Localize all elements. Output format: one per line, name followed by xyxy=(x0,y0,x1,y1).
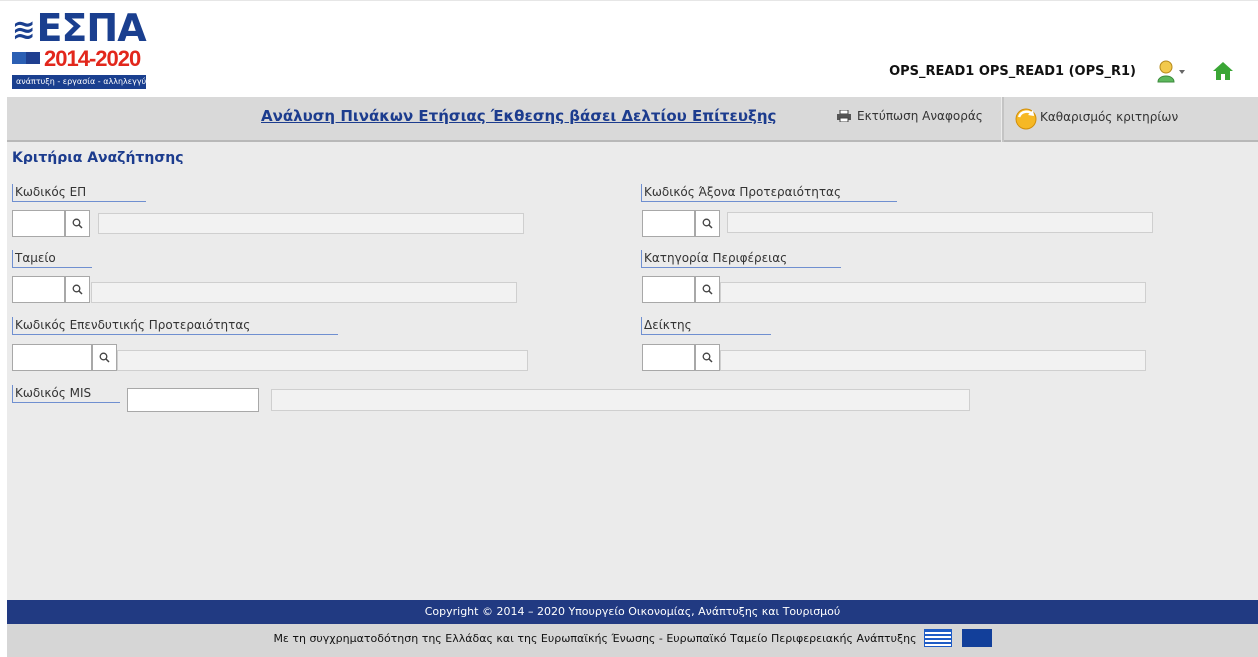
indicator-input[interactable] xyxy=(642,344,695,371)
indicator-search-button[interactable] xyxy=(695,344,720,371)
mis-code-description xyxy=(271,389,970,411)
titlebar-divider xyxy=(1001,97,1004,142)
clear-filter-icon xyxy=(1015,108,1037,130)
logo-brand: ΕΣΠΑ xyxy=(36,6,146,50)
espa-logo: ≋ΕΣΠΑ 2014-2020 ανάπτυξη - εργασία - αλλ… xyxy=(12,6,147,93)
search-icon xyxy=(99,352,110,363)
page-title[interactable]: Ανάλυση Πινάκων Ετήσιας Έκθεσης βάσει Δε… xyxy=(261,107,776,125)
ep-code-search-button[interactable] xyxy=(65,210,90,237)
ep-code-description xyxy=(98,213,524,234)
priority-axis-input[interactable] xyxy=(642,210,695,237)
priority-axis-search-button[interactable] xyxy=(695,210,720,237)
search-icon xyxy=(72,218,83,229)
footer-cofunding: Με τη συγχρηματοδότηση της Ελλάδας και τ… xyxy=(7,624,1258,657)
ep-code-input[interactable] xyxy=(12,210,65,237)
mis-code-label: Κωδικός MIS xyxy=(12,385,120,403)
investment-priority-description xyxy=(117,350,528,371)
indicator-description xyxy=(720,350,1146,371)
clear-criteria-button[interactable]: Καθαρισμός κριτηρίων xyxy=(1012,103,1178,131)
user-icon xyxy=(1157,60,1185,83)
user-area: OPS_READ1 OPS_READ1 (OPS_R1) xyxy=(889,59,1234,83)
region-category-label: Κατηγορία Περιφέρειας xyxy=(641,250,841,268)
fund-search-button[interactable] xyxy=(65,276,90,303)
print-report-button[interactable]: Εκτύπωση Αναφοράς xyxy=(837,109,983,123)
eu-flag-icon xyxy=(961,629,992,647)
cofunding-text: Με τη συγχρηματοδότηση της Ελλάδας και τ… xyxy=(273,632,917,645)
search-icon xyxy=(702,352,713,363)
investment-priority-label: Κωδικός Επενδυτικής Προτεραιότητας xyxy=(12,317,338,335)
fund-label: Ταμείο xyxy=(12,250,92,268)
title-bar: Ανάλυση Πινάκων Ετήσιας Έκθεσης βάσει Δε… xyxy=(7,97,1258,142)
investment-priority-search-button[interactable] xyxy=(92,344,117,371)
clear-criteria-label: Καθαρισμός κριτηρίων xyxy=(1040,110,1179,124)
user-menu-button[interactable] xyxy=(1156,59,1186,83)
region-category-search-button[interactable] xyxy=(695,276,720,303)
user-name: OPS_READ1 OPS_READ1 (OPS_R1) xyxy=(889,63,1136,79)
region-category-description xyxy=(720,282,1146,303)
logo-slogan: ανάπτυξη - εργασία - αλληλεγγύη xyxy=(12,75,146,89)
indicator-label: Δείκτης xyxy=(641,317,771,335)
home-icon[interactable] xyxy=(1212,60,1234,82)
print-report-label: Εκτύπωση Αναφοράς xyxy=(857,109,983,123)
logo-flags-icon xyxy=(12,52,40,65)
greek-flag-icon xyxy=(924,629,953,647)
print-icon xyxy=(837,110,851,122)
copyright-text: Copyright © 2014 – 2020 Υπουργείο Οικονο… xyxy=(424,605,841,618)
search-icon xyxy=(702,218,713,229)
ep-code-label: Κωδικός ΕΠ xyxy=(12,184,146,202)
search-panel: Κριτήρια Αναζήτησης Κωδικός ΕΠ Κωδικός Ά… xyxy=(7,142,1258,600)
priority-axis-description xyxy=(727,212,1153,233)
header: ≋ΕΣΠΑ 2014-2020 ανάπτυξη - εργασία - αλλ… xyxy=(0,0,1258,97)
investment-priority-input[interactable] xyxy=(12,344,92,371)
search-icon xyxy=(702,284,713,295)
mis-code-input[interactable] xyxy=(127,388,259,412)
fund-input[interactable] xyxy=(12,276,65,303)
region-category-input[interactable] xyxy=(642,276,695,303)
logo-years: 2014-2020 xyxy=(44,46,141,71)
logo-arrows-icon: ≋ xyxy=(12,13,35,46)
priority-axis-label: Κωδικός Άξονα Προτεραιότητας xyxy=(641,184,897,202)
footer-copyright: Copyright © 2014 – 2020 Υπουργείο Οικονο… xyxy=(7,600,1258,624)
fund-description xyxy=(91,282,517,303)
search-icon xyxy=(72,284,83,295)
section-title: Κριτήρια Αναζήτησης xyxy=(12,150,184,164)
